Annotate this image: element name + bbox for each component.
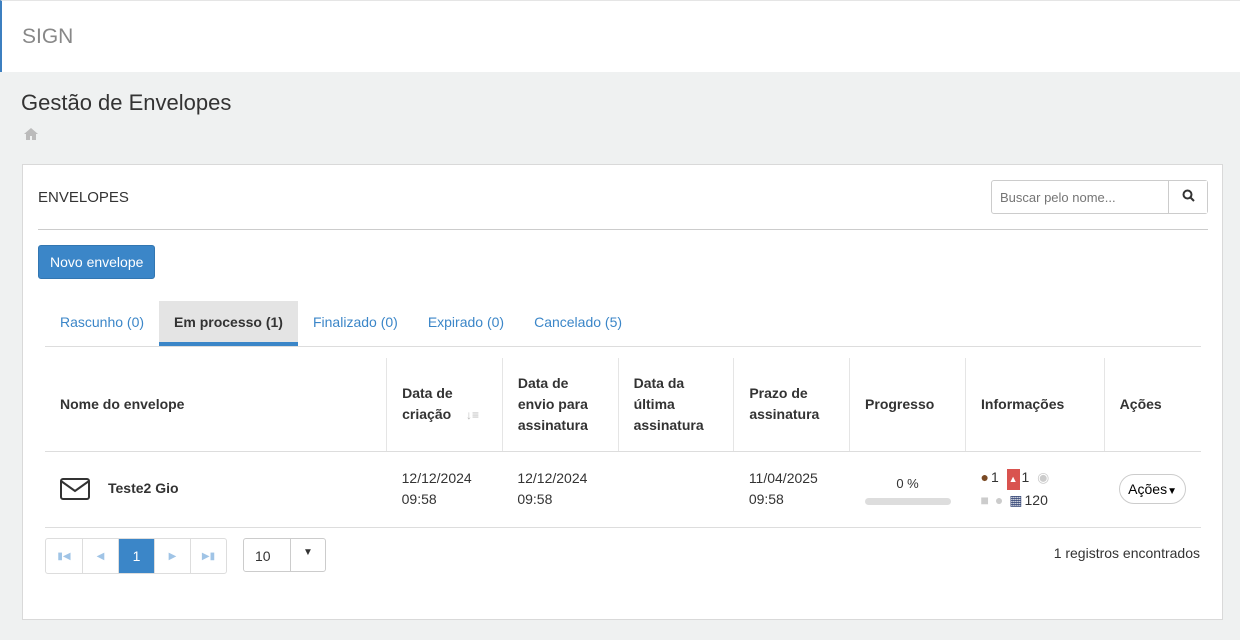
new-envelope-button[interactable]: Novo envelope	[38, 245, 156, 279]
days-count: 120	[1024, 492, 1048, 508]
deadline-cell: 11/04/2025 09:58	[733, 451, 850, 528]
col-sent[interactable]: Data de envio para assinatura	[501, 358, 619, 452]
page-size-value: 10	[244, 539, 291, 571]
sort-icon[interactable]: ↓≡	[466, 408, 479, 422]
records-count: 1 registros encontrados	[1053, 545, 1200, 561]
col-progress: Progresso	[849, 358, 966, 452]
search-group	[991, 180, 1208, 214]
caret-down-icon: ▼	[1167, 486, 1177, 497]
pagination: ▮◀ ◀ 1 ▶ ▶▮	[45, 538, 227, 574]
status-tabs: Rascunho (0) Em processo (1) Finalizado …	[45, 301, 1201, 347]
envelope-icon	[60, 478, 90, 501]
documents-count: 1	[1021, 469, 1030, 485]
col-name[interactable]: Nome do envelope	[45, 358, 387, 452]
created-cell: 12/12/2024 09:58	[386, 451, 503, 528]
tab-expirado[interactable]: Expirado (0)	[413, 301, 519, 346]
page-1[interactable]: 1	[118, 539, 154, 573]
name-cell: Teste2 Gio	[45, 451, 387, 528]
last-signature-cell	[618, 451, 734, 528]
envelopes-panel: ENVELOPES Novo envelope Rascunho (0) Em …	[22, 164, 1223, 620]
panel-title: ENVELOPES	[38, 189, 129, 206]
progress-cell: 0 %	[849, 451, 966, 528]
tab-rascunho[interactable]: Rascunho (0)	[45, 301, 159, 346]
col-last-signature[interactable]: Data da última assinatura	[617, 358, 734, 452]
map-marker-icon: ●	[994, 492, 1004, 508]
tab-cancelado[interactable]: Cancelado (5)	[519, 301, 637, 346]
page-size-select[interactable]: 10 ▼	[243, 538, 326, 572]
actions-dropdown[interactable]: Ações▼	[1119, 474, 1186, 504]
signers-count: 1	[991, 469, 999, 485]
sent-cell: 12/12/2024 09:58	[502, 451, 619, 528]
next-page-icon[interactable]: ▶	[154, 539, 190, 573]
envelopes-table: Nome do envelope Data de criação ↓≡ Data…	[45, 358, 1201, 528]
search-icon	[1182, 189, 1195, 202]
pdf-icon: ▲	[1006, 469, 1020, 490]
tab-em-processo[interactable]: Em processo (1)	[159, 301, 298, 346]
col-created[interactable]: Data de criação ↓≡	[386, 358, 503, 452]
page-title: Gestão de Envelopes	[21, 90, 232, 115]
col-deadline[interactable]: Prazo de assinatura	[733, 358, 850, 452]
search-button[interactable]	[1168, 181, 1207, 213]
col-actions: Ações	[1103, 358, 1201, 452]
brand: SIGN	[22, 25, 74, 48]
user-icon: ●	[980, 469, 990, 485]
caret-down-icon[interactable]: ▼	[291, 539, 325, 571]
search-input[interactable]	[992, 181, 1168, 213]
divider	[38, 229, 1208, 230]
calendar-icon: ▦	[1009, 492, 1023, 508]
actions-cell: Ações▼	[1104, 451, 1201, 528]
info-cell: ● 1 ▲ 1 ◉ ■ ● ▦ 120	[965, 451, 1105, 528]
actions-label: Ações	[1128, 481, 1168, 497]
tab-finalizado[interactable]: Finalizado (0)	[298, 301, 413, 346]
col-created-label: Data de criação	[402, 384, 453, 422]
envelope-name[interactable]: Teste2 Gio	[108, 480, 179, 496]
home-icon[interactable]	[24, 128, 38, 140]
top-bar: SIGN	[0, 0, 1240, 72]
prev-page-icon[interactable]: ◀	[82, 539, 118, 573]
first-page-icon[interactable]: ▮◀	[46, 539, 82, 573]
progress-bar	[864, 498, 951, 505]
progress-label: 0 %	[896, 476, 919, 491]
last-page-icon[interactable]: ▶▮	[190, 539, 226, 573]
comment-icon: ■	[980, 492, 990, 508]
col-info: Informações	[965, 358, 1105, 452]
table-row[interactable]: Teste2 Gio 12/12/2024 09:58 12/12/2024 0…	[45, 451, 1201, 528]
eye-icon: ◉	[1037, 469, 1050, 485]
